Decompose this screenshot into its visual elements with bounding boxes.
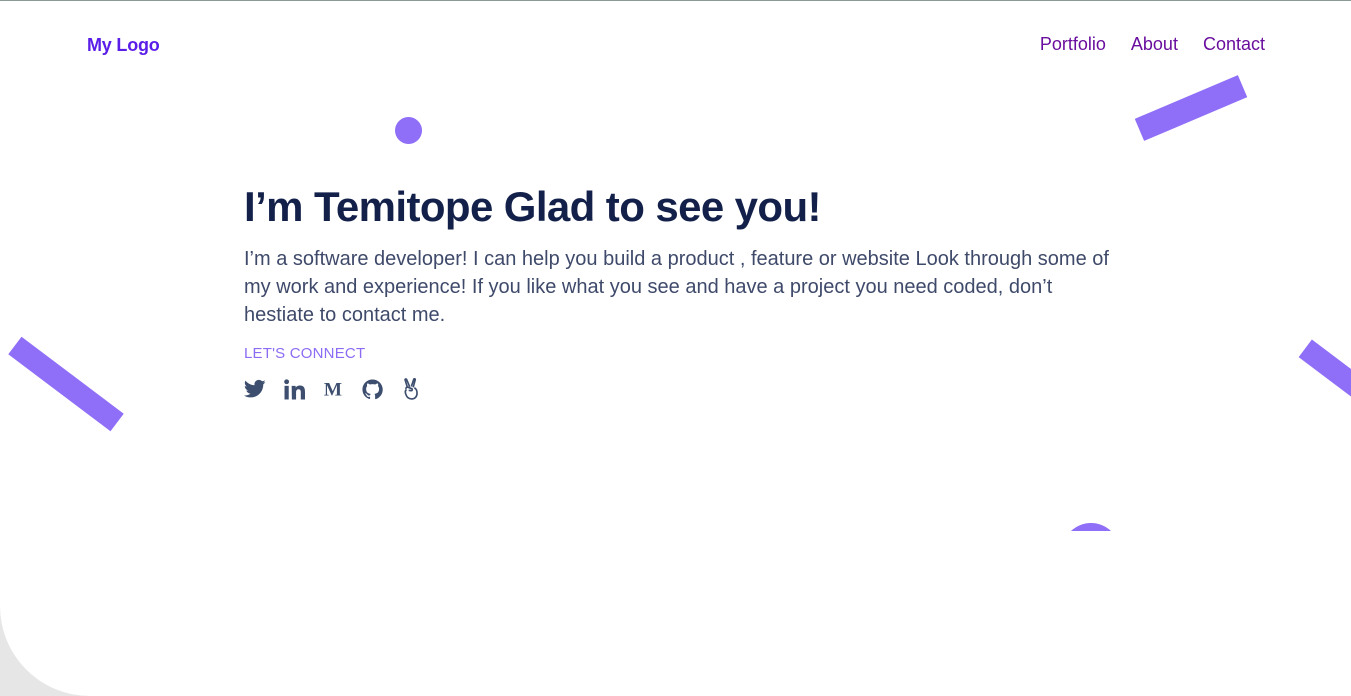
logo[interactable]: My Logo (87, 35, 160, 56)
nav-contact[interactable]: Contact (1203, 34, 1265, 55)
hero-title: I’m Temitope Glad to see you! (244, 183, 822, 230)
main-nav: Portfolio About Contact (1040, 34, 1265, 55)
hero-description: I’m a software developer! I can help you… (244, 248, 1109, 326)
decorative-bar-right (1298, 339, 1351, 413)
decorative-bar-left (8, 336, 124, 432)
svg-text:M: M (324, 380, 342, 398)
nav-about[interactable]: About (1131, 34, 1178, 55)
medium-icon[interactable]: M (322, 378, 344, 400)
nav-portfolio[interactable]: Portfolio (1040, 34, 1106, 55)
angellist-icon[interactable] (400, 378, 422, 400)
decorative-half-circle (1062, 523, 1120, 531)
hero-section: I’m Temitope Glad to see you! I’m a soft… (244, 181, 1124, 400)
page: My Logo Portfolio About Contact I’m Temi… (0, 0, 1351, 696)
social-links: M (244, 378, 1124, 400)
decorative-circle (395, 117, 422, 144)
github-icon[interactable] (361, 378, 383, 400)
decorative-bar-top-right (1134, 75, 1248, 141)
linkedin-icon[interactable] (283, 378, 305, 400)
lets-connect-label: LET'S CONNECT (244, 345, 366, 362)
twitter-icon[interactable] (244, 378, 266, 400)
